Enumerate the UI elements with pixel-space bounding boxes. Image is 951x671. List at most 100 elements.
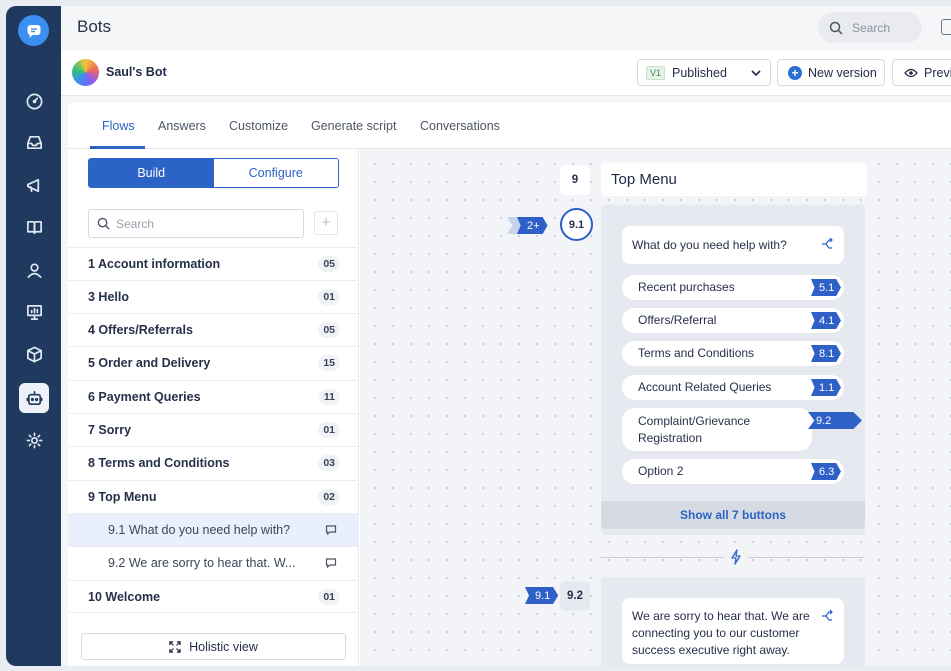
tab-conversations[interactable]: Conversations bbox=[420, 119, 500, 133]
global-search[interactable]: Search bbox=[818, 12, 922, 43]
campaigns-icon[interactable] bbox=[19, 170, 49, 200]
build-button[interactable]: Build bbox=[89, 159, 214, 187]
configure-button[interactable]: Configure bbox=[213, 159, 338, 187]
flow-node-item-selected[interactable]: 9.1 What do you need help with? bbox=[68, 513, 359, 546]
notifications-icon[interactable] bbox=[941, 19, 951, 35]
integrations-icon[interactable] bbox=[19, 339, 49, 369]
flow-title: 9 Top Menu bbox=[88, 490, 157, 504]
settings-gear-icon[interactable] bbox=[19, 425, 49, 455]
option-target-tag[interactable]: 1.1 bbox=[811, 379, 841, 396]
flow-count: 05 bbox=[318, 322, 340, 338]
option-label: Complaint/Grievance Registration bbox=[638, 413, 751, 445]
flow-count: 11 bbox=[318, 389, 340, 405]
tab-bar: Flows Answers Customize Generate script … bbox=[68, 103, 951, 149]
flow-item[interactable]: 5 Order and Delivery 15 bbox=[68, 346, 359, 379]
flow-item[interactable]: 8 Terms and Conditions 03 bbox=[68, 446, 359, 479]
flow-title-header: Top Menu bbox=[601, 163, 867, 196]
message-card[interactable]: We are sorry to hear that. We are connec… bbox=[622, 598, 844, 664]
option-button[interactable]: Complaint/Grievance Registration bbox=[622, 408, 812, 451]
new-version-label: New version bbox=[808, 65, 877, 80]
flow-number-chip: 9 bbox=[560, 165, 590, 195]
message-node[interactable]: We are sorry to hear that. We are connec… bbox=[601, 577, 865, 666]
option-button[interactable]: Offers/Referral 4.1 bbox=[622, 308, 844, 333]
flow-title: 3 Hello bbox=[88, 290, 129, 304]
bots-icon[interactable] bbox=[19, 383, 49, 413]
flow-node-title: 9.2 We are sorry to hear that. W... bbox=[108, 556, 296, 570]
question-node[interactable]: What do you need help with? Recent purch… bbox=[601, 205, 865, 535]
status-label: Published bbox=[672, 65, 727, 80]
option-button[interactable]: Terms and Conditions 8.1 bbox=[622, 341, 844, 366]
flow-count: 03 bbox=[318, 455, 340, 471]
flow-item[interactable]: 1 Account information 05 bbox=[68, 247, 359, 280]
tab-flows[interactable]: Flows bbox=[102, 119, 135, 133]
nav-rail bbox=[6, 6, 61, 666]
reports-icon[interactable] bbox=[19, 297, 49, 327]
add-flow-button[interactable]: + bbox=[314, 211, 338, 235]
option-target-tag[interactable]: 4.1 bbox=[811, 312, 841, 329]
message-icon bbox=[325, 525, 337, 536]
show-all-buttons-link[interactable]: Show all 7 buttons bbox=[601, 501, 865, 529]
option-label: Option 2 bbox=[638, 464, 684, 478]
knowledge-base-icon[interactable] bbox=[19, 212, 49, 242]
option-target-tag[interactable]: 6.3 bbox=[811, 463, 841, 480]
option-label: Offers/Referral bbox=[638, 313, 717, 327]
dashboard-icon[interactable] bbox=[19, 86, 49, 116]
option-button[interactable]: Account Related Queries 1.1 bbox=[622, 375, 844, 400]
flow-search-placeholder: Search bbox=[116, 216, 155, 231]
message-text: We are sorry to hear that. We are connec… bbox=[632, 609, 810, 657]
tab-customize[interactable]: Customize bbox=[229, 119, 288, 133]
option-label: Terms and Conditions bbox=[638, 346, 755, 360]
tab-answers[interactable]: Answers bbox=[158, 119, 206, 133]
flow-item[interactable]: 3 Hello 01 bbox=[68, 280, 359, 313]
branch-icon bbox=[822, 237, 833, 249]
flow-item[interactable]: 9 Top Menu 02 bbox=[68, 480, 359, 513]
branch-icon bbox=[822, 609, 833, 621]
option-target-tag[interactable]: 8.1 bbox=[811, 345, 841, 362]
preview-button[interactable]: Previ bbox=[892, 59, 951, 86]
app-logo-icon[interactable] bbox=[18, 15, 49, 46]
flow-node-title: 9.1 What do you need help with? bbox=[108, 523, 291, 537]
flow-item[interactable]: 7 Sorry 01 bbox=[68, 413, 359, 446]
version-status-select[interactable]: V1 Published bbox=[637, 59, 771, 86]
node-id-selected[interactable]: 9.1 bbox=[560, 208, 593, 241]
flow-title: 7 Sorry bbox=[88, 423, 132, 437]
flow-item[interactable]: 6 Payment Queries 11 bbox=[68, 380, 359, 413]
option-label: Account Related Queries bbox=[638, 380, 772, 394]
flow-title: 4 Offers/Referrals bbox=[88, 323, 193, 337]
flow-title: 1 Account information bbox=[88, 257, 221, 271]
bot-editor-panel: Flows Answers Customize Generate script … bbox=[68, 103, 951, 666]
question-card[interactable]: What do you need help with? bbox=[622, 226, 844, 264]
flow-canvas[interactable]: 9 Top Menu 2+ 9.1 What do you need help … bbox=[360, 149, 951, 666]
plus-circle-icon: + bbox=[788, 65, 802, 80]
flow-count: 01 bbox=[318, 289, 340, 305]
inbox-icon[interactable] bbox=[19, 127, 49, 157]
option-button[interactable]: Recent purchases 5.1 bbox=[622, 275, 844, 300]
new-version-button[interactable]: + New version bbox=[777, 59, 885, 86]
flow-title: 5 Order and Delivery bbox=[88, 356, 211, 370]
global-search-placeholder: Search bbox=[852, 20, 891, 35]
contacts-icon[interactable] bbox=[19, 255, 49, 285]
option-target-tag[interactable]: 9.2 bbox=[808, 412, 862, 429]
lightning-icon[interactable] bbox=[724, 545, 748, 569]
flow-node-item[interactable]: 9.2 We are sorry to hear that. W... bbox=[68, 546, 359, 579]
bot-name: Saul's Bot bbox=[106, 65, 167, 79]
node-id-chip[interactable]: 9.2 bbox=[560, 581, 590, 611]
holistic-view-button[interactable]: Holistic view bbox=[81, 633, 346, 660]
tab-generate-script[interactable]: Generate script bbox=[311, 119, 396, 133]
flow-item[interactable]: 10 Welcome 01 bbox=[68, 580, 359, 613]
option-target-tag[interactable]: 5.1 bbox=[811, 279, 841, 296]
version-badge: V1 bbox=[646, 65, 666, 80]
flow-title: 10 Welcome bbox=[88, 589, 161, 604]
incoming-connection-tag[interactable]: 9.1 bbox=[525, 587, 559, 604]
search-icon bbox=[97, 217, 110, 230]
search-icon bbox=[829, 21, 843, 35]
option-button[interactable]: Option 2 6.3 bbox=[622, 459, 844, 484]
main-area: Bots Search Saul's Bot V1 Published + Ne… bbox=[61, 6, 951, 666]
flow-count: 01 bbox=[318, 422, 340, 438]
flow-title: 6 Payment Queries bbox=[88, 390, 201, 404]
flow-search-input[interactable]: Search bbox=[88, 209, 304, 238]
top-bar: Bots Search bbox=[61, 6, 951, 50]
build-configure-toggle: Build Configure bbox=[88, 158, 339, 188]
incoming-connections-tag[interactable]: 2+ bbox=[517, 217, 548, 234]
flow-item[interactable]: 4 Offers/Referrals 05 bbox=[68, 313, 359, 346]
